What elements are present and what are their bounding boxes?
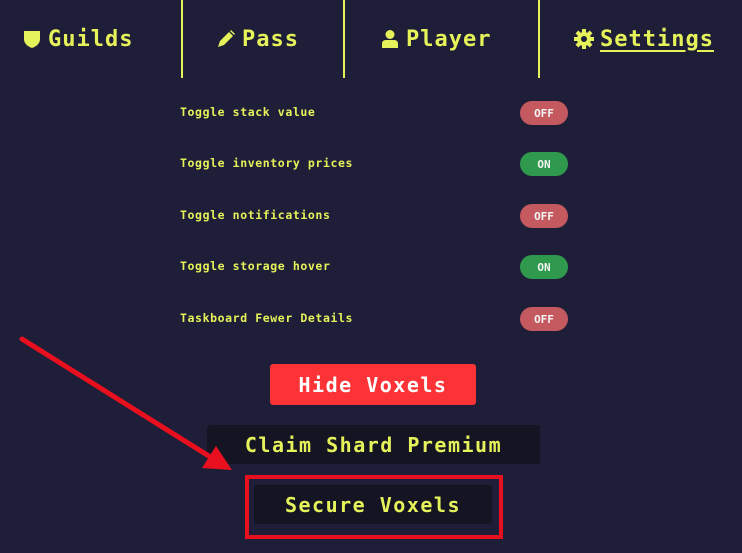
setting-label: Taskboard Fewer Details <box>180 311 354 325</box>
secure-voxels-button[interactable]: Secure Voxels <box>254 485 492 524</box>
setting-label: Toggle notifications <box>180 208 331 222</box>
toggle-switch[interactable]: OFF <box>520 307 568 331</box>
nav-tab-player[interactable]: Player <box>380 0 491 78</box>
setting-row-storage-hover: Toggle storage hover ON <box>180 255 568 279</box>
nav-divider <box>538 0 540 78</box>
setting-row-taskboard-fewer-details: Taskboard Fewer Details OFF <box>180 307 568 331</box>
setting-row-inventory-prices: Toggle inventory prices ON <box>180 152 568 176</box>
nav-tab-pass-label: Pass <box>242 26 299 52</box>
nav-divider <box>343 0 345 78</box>
ticket-icon <box>216 28 236 50</box>
claim-shard-premium-button[interactable]: Claim Shard Premium <box>207 425 540 464</box>
setting-label: Toggle stack value <box>180 105 316 119</box>
nav-tab-guilds[interactable]: Guilds <box>22 0 133 78</box>
setting-row-stack-value: Toggle stack value OFF <box>180 101 568 125</box>
top-nav: Guilds Pass Player Settings <box>0 0 742 78</box>
setting-label: Toggle inventory prices <box>180 156 354 170</box>
toggle-switch[interactable]: ON <box>520 255 568 279</box>
nav-tab-pass[interactable]: Pass <box>216 0 299 78</box>
nav-tab-player-label: Player <box>406 26 492 52</box>
person-icon <box>380 28 400 50</box>
gear-icon <box>574 28 594 50</box>
toggle-switch[interactable]: OFF <box>520 101 568 125</box>
nav-tab-guilds-label: Guilds <box>48 26 134 52</box>
nav-divider <box>181 0 183 78</box>
setting-label: Toggle storage hover <box>180 259 331 273</box>
nav-tab-settings-label: Settings <box>600 26 714 52</box>
nav-tab-settings[interactable]: Settings <box>574 0 714 78</box>
toggle-switch[interactable]: OFF <box>520 204 568 228</box>
shield-icon <box>22 28 42 50</box>
toggle-switch[interactable]: ON <box>520 152 568 176</box>
hide-voxels-button[interactable]: Hide Voxels <box>270 364 476 405</box>
setting-row-notifications: Toggle notifications OFF <box>180 204 568 228</box>
